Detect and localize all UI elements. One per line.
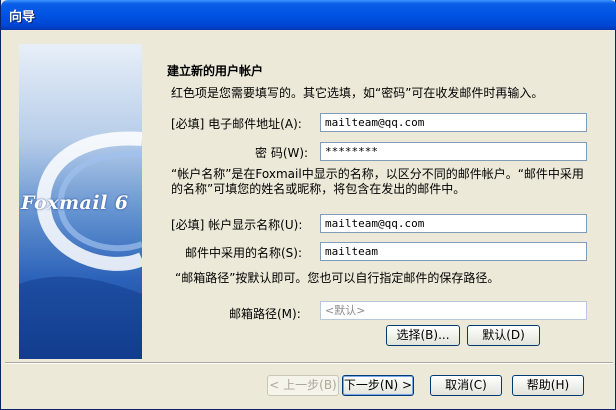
wizard-window: 向导 Foxmail 6 建立新的用户帐户 红色项是您需要填写的。其它选填，如“…: [0, 0, 616, 410]
next-button[interactable]: 下一步(N) >: [342, 375, 414, 396]
back-button[interactable]: < 上一步(B): [267, 375, 339, 396]
email-field[interactable]: mailteam@qq.com: [320, 113, 587, 132]
title-bar[interactable]: 向导: [1, 0, 616, 30]
mail-name-label: 邮件中采用的名称(S):: [185, 246, 303, 260]
password-field[interactable]: ********: [320, 142, 587, 161]
email-label: [必填] 电子邮件地址(A):: [171, 117, 302, 131]
foxmail-banner: Foxmail 6: [19, 44, 142, 359]
footer-separator: [5, 362, 613, 364]
account-note-text: “帐户名称”是在Foxmail中显示的名称，以区分不同的邮件帐户。“邮件中采用的…: [171, 167, 584, 196]
display-name-field[interactable]: mailteam@qq.com: [320, 214, 587, 233]
path-label: 邮箱路径(M):: [229, 307, 301, 321]
path-note-text: “邮箱路径”按默认即可。您也可以自行指定邮件的保存路径。: [175, 271, 500, 285]
page-title: 建立新的用户帐户: [167, 64, 264, 78]
mail-name-field[interactable]: mailteam: [320, 242, 587, 261]
help-button[interactable]: 帮助(H): [512, 375, 584, 396]
mailbox-path-field[interactable]: <默认>: [320, 301, 587, 320]
display-name-label: [必填] 帐户显示名称(U):: [171, 218, 303, 232]
default-path-button[interactable]: 默认(D): [467, 325, 540, 346]
window-title: 向导: [9, 10, 36, 25]
password-label: 密 码(W):: [255, 146, 309, 160]
intro-text: 红色项是您需要填写的。其它选填，如“密码”可在收发邮件时再输入。: [171, 86, 544, 100]
cancel-button[interactable]: 取消(C): [430, 375, 502, 396]
browse-button[interactable]: 选择(B)...: [386, 325, 460, 346]
foxmail-logo-text: Foxmail 6: [21, 192, 129, 214]
